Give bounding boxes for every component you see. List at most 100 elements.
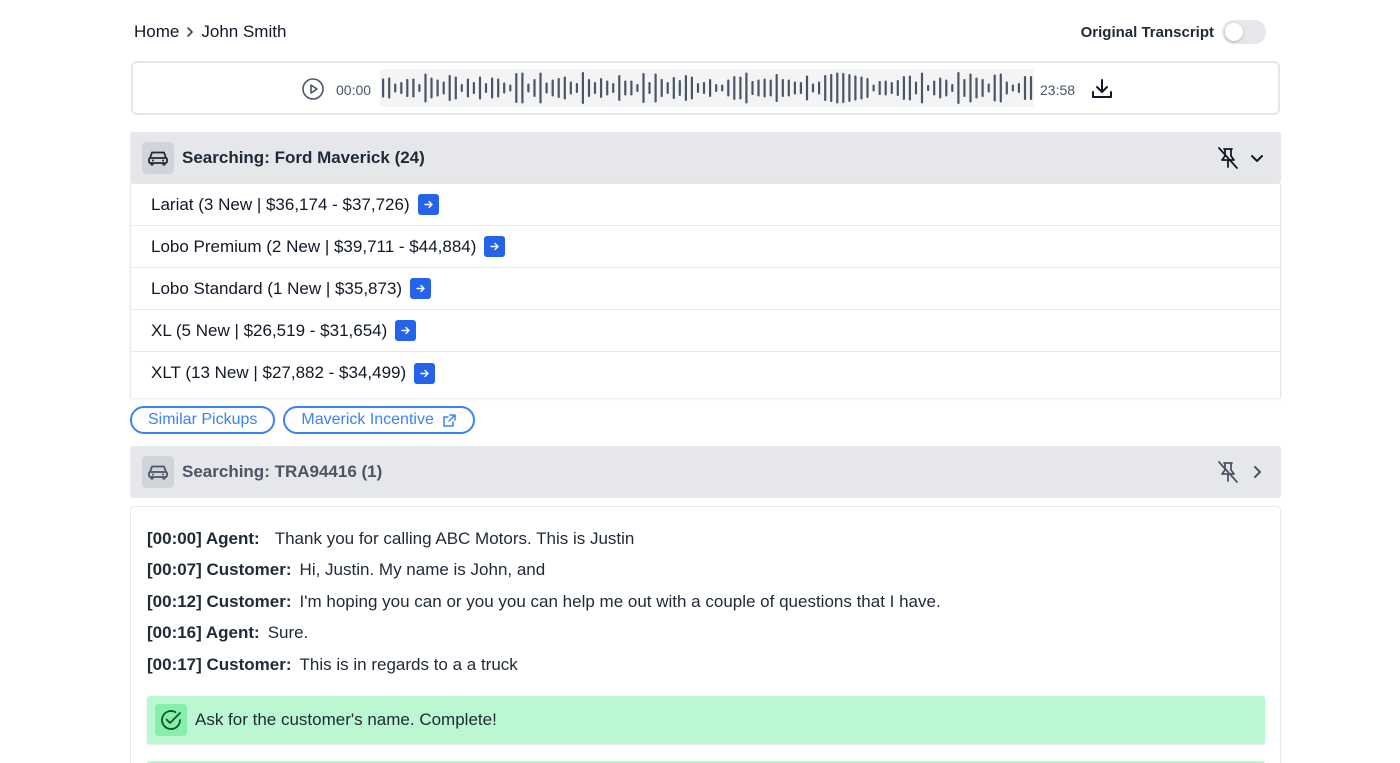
- waveform-bar: [581, 72, 584, 104]
- original-transcript-toggle-group: Original Transcript: [1081, 20, 1266, 44]
- original-transcript-label: Original Transcript: [1080, 23, 1214, 41]
- waveform-bar: [927, 85, 930, 91]
- task-complete-banner: Ask for the customer's name. Complete!: [147, 696, 1265, 744]
- waveform-bar: [1029, 76, 1033, 100]
- waveform-bar: [1011, 84, 1014, 92]
- waveform-bar: [1023, 76, 1027, 100]
- waveform-bar: [957, 72, 960, 104]
- pin-off-icon[interactable]: [1215, 459, 1241, 485]
- result-label: Lobo Standard (1 New | $35,873): [151, 278, 403, 298]
- chevron-right-icon: [179, 26, 201, 38]
- waveform-bar: [1017, 83, 1020, 93]
- waveform-bar: [497, 78, 500, 98]
- waveform-bar: [478, 76, 482, 100]
- chevron-right-icon[interactable]: [1247, 462, 1267, 482]
- waveform-bar: [612, 83, 615, 93]
- list-item: XL (5 New | $26,519 - $31,654): [131, 310, 1280, 352]
- utterance-text: This is in regards to a a truck: [299, 655, 518, 674]
- arrow-right-icon[interactable]: [484, 236, 506, 257]
- result-label: XLT (13 New | $27,882 - $34,499): [151, 363, 407, 382]
- waveform-bar: [902, 76, 905, 100]
- pin-off-icon[interactable]: [1215, 145, 1241, 171]
- original-transcript-toggle[interactable]: [1222, 20, 1266, 44]
- breadcrumb-current: John Smith: [201, 22, 287, 41]
- waveform-bar: [503, 82, 506, 94]
- waveform-bar: [424, 73, 427, 103]
- waveform-bar: [787, 79, 790, 97]
- waveform-bar: [993, 74, 996, 102]
- waveform-bar: [509, 84, 512, 92]
- breadcrumb: Home John Smith: [134, 22, 286, 42]
- utterance-text: I'm hoping you can or you you can help m…: [299, 592, 941, 611]
- waveform-bar: [636, 84, 639, 92]
- transcript-line: [00:12] Customer: I'm hoping you can or y…: [147, 592, 941, 612]
- waveform-bar: [600, 78, 603, 98]
- waveform-bar: [454, 76, 457, 100]
- external-link-icon: [442, 413, 457, 428]
- waveform-bar: [818, 81, 821, 95]
- waveform-bar: [715, 84, 718, 92]
- waveform-bar: [472, 82, 475, 94]
- arrow-right-icon[interactable]: [414, 362, 436, 384]
- waveform-bar: [563, 76, 566, 100]
- waveform-bar: [569, 81, 572, 95]
- related-links: Similar Pickups Maverick Incentive: [130, 406, 475, 434]
- waveform-bar: [521, 72, 524, 104]
- speaker-label: [00:16] Agent:: [147, 623, 260, 642]
- breadcrumb-home-link[interactable]: Home: [134, 22, 179, 42]
- waveform-bar: [684, 75, 687, 101]
- waveform-bar: [557, 78, 560, 98]
- waveform-bar: [418, 84, 421, 92]
- download-icon[interactable]: [1089, 76, 1115, 102]
- waveform-bar: [545, 82, 548, 94]
- transcript-line: [00:16] Agent: Sure.: [147, 623, 308, 643]
- car-icon: [142, 456, 174, 488]
- waveform-bar: [648, 82, 651, 94]
- waveform-bar: [400, 82, 403, 94]
- result-label: Lobo Premium (2 New | $39,711 - $44,884): [151, 236, 477, 256]
- waveform-bar: [593, 82, 597, 94]
- waveform-bar: [466, 78, 469, 98]
- arrow-right-icon[interactable]: [410, 278, 432, 299]
- arrow-right-icon[interactable]: [417, 194, 439, 215]
- waveform-bar: [963, 79, 966, 97]
- waveform-bar: [666, 82, 669, 94]
- waveform-scrubber[interactable]: [380, 69, 1034, 107]
- check-circle-icon: [155, 704, 187, 736]
- waveform-bar: [981, 79, 984, 97]
- waveform-bar: [933, 80, 936, 96]
- chip-label: Similar Pickups: [148, 411, 258, 428]
- waveform-bar: [412, 78, 415, 98]
- audio-player: 00:00 23:58: [131, 61, 1280, 115]
- waveform-bar: [696, 83, 700, 93]
- waveform-bar: [878, 81, 881, 95]
- similar-pickups-button[interactable]: Similar Pickups: [130, 406, 276, 434]
- speaker-label: [00:00] Agent:: [147, 529, 260, 548]
- waveform-bar: [406, 79, 409, 97]
- top-bar: Home John Smith Original Transcript: [134, 20, 1266, 46]
- waveform-bar: [727, 79, 730, 97]
- time-current: 00:00: [336, 82, 372, 98]
- waveform-bar: [624, 80, 627, 96]
- utterance-text: Sure.: [267, 623, 309, 642]
- waveform-bar: [491, 77, 494, 99]
- search-results-list: Lariat (3 New | $36,174 - $37,726) Lobo …: [130, 184, 1281, 398]
- search-panel-header-tra94416[interactable]: Searching: TRA94416 (1): [130, 446, 1281, 498]
- waveform-bar: [533, 79, 536, 97]
- search-panel-header-ford-maverick[interactable]: Searching: Ford Maverick (24): [130, 132, 1281, 184]
- waveform-bar: [654, 73, 657, 103]
- arrow-right-icon[interactable]: [395, 320, 417, 341]
- play-circle-icon[interactable]: [301, 77, 325, 101]
- waveform-bar: [799, 82, 802, 94]
- speaker-label: [00:12] Customer:: [147, 592, 292, 611]
- maverick-incentive-button[interactable]: Maverick Incentive: [283, 406, 475, 434]
- waveform-bar: [908, 75, 911, 101]
- utterance-text: Hi, Justin. My name is John, and: [299, 560, 546, 579]
- transcript-line: [00:00] Agent: Thank you for calling ABC …: [147, 529, 634, 549]
- utterance-text: Thank you for calling ABC Motors. This i…: [274, 529, 635, 548]
- waveform-bar: [721, 84, 724, 92]
- speaker-label: [00:17] Customer:: [147, 655, 292, 674]
- waveform-bar: [920, 72, 924, 104]
- waveform-bar: [775, 74, 778, 102]
- chevron-down-icon[interactable]: [1247, 148, 1267, 168]
